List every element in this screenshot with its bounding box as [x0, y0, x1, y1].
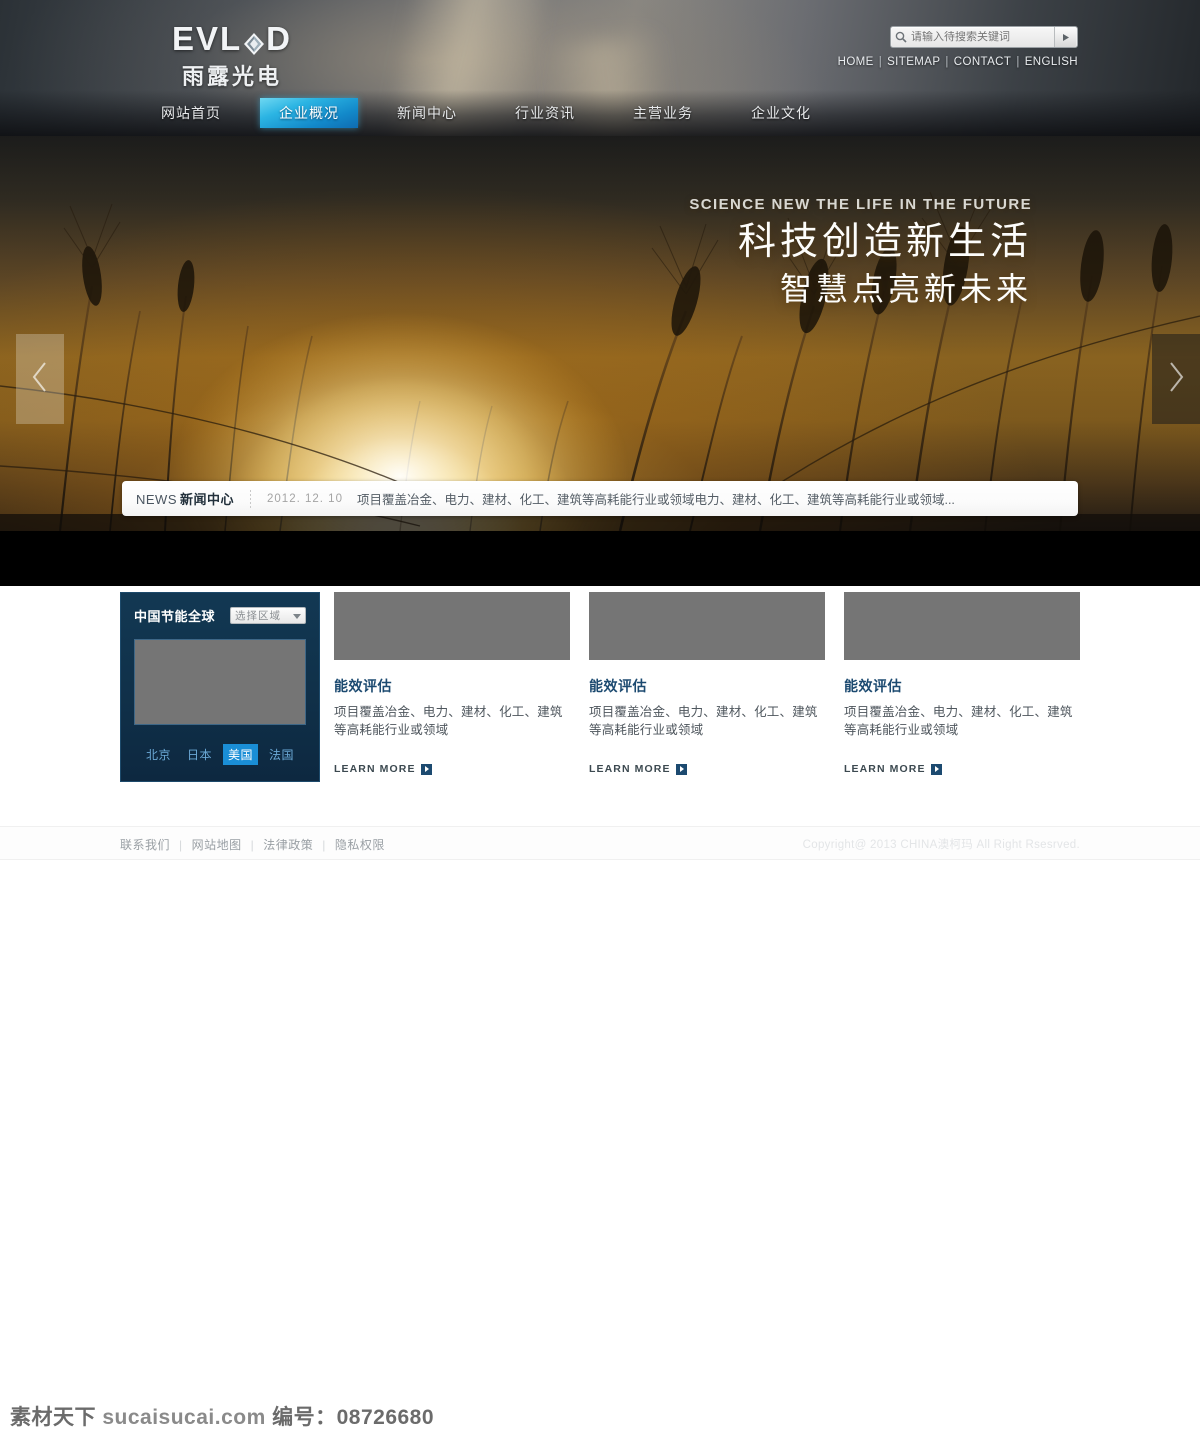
footer-row: 联系我们 | 网站地图 | 法律政策 | 隐私权限 Copyright@ 2013 CHIN… — [120, 827, 1080, 861]
region-tab-japan[interactable]: 日本 — [182, 744, 217, 765]
global-energy-panel: 中国节能全球 选择区域 北京 日本 美国 法国 — [120, 592, 320, 782]
watermark-site-url: sucaisucai.com — [102, 1406, 266, 1429]
news-ticker-bar[interactable]: NEWS 新闻中心 2012. 12. 10 项目覆盖冶金、电力、建材、化工、建筑… — [122, 481, 1078, 516]
region-tab-usa[interactable]: 美国 — [223, 744, 259, 765]
news-label: NEWS 新闻中心 — [136, 489, 234, 508]
card-image-placeholder — [334, 592, 570, 660]
footer-link-sitemap[interactable]: 网站地图 — [192, 838, 242, 852]
card-learn-more-link[interactable]: LEARN MORE — [334, 763, 570, 775]
card-learn-more-label: LEARN MORE — [334, 763, 416, 776]
footer-link-contact[interactable]: 联系我们 — [120, 838, 170, 852]
region-tab-france[interactable]: 法国 — [264, 744, 299, 765]
footer-copyright: Copyright@ 2013 CHINA澳柯玛 All Right Rsesr… — [802, 839, 1080, 851]
search-box[interactable] — [890, 26, 1078, 48]
toplink-separator: | — [1016, 56, 1020, 68]
panel-region-tabs: 北京 日本 美国 法国 — [134, 744, 306, 765]
chevron-right-icon — [1167, 360, 1185, 399]
feature-cards: 能效评估 项目覆盖冶金、电力、建材、化工、建筑等高耗能行业或领域 LEARN M… — [334, 592, 1080, 775]
hero-banner: SCIENCE NEW THE LIFE IN THE FUTURE 科技创造新… — [0, 136, 1200, 531]
card-learn-more-label: LEARN MORE — [844, 763, 926, 776]
news-label-cn: 新闻中心 — [180, 492, 235, 507]
nav-item-industry-news[interactable]: 行业资讯 — [496, 98, 594, 128]
card-image-placeholder — [589, 592, 825, 660]
chevron-left-icon — [31, 360, 49, 399]
panel-title: 中国节能全球 — [134, 609, 216, 624]
region-tab-beijing[interactable]: 北京 — [141, 744, 176, 765]
chevron-down-icon — [293, 610, 301, 622]
hero-bottom-strip — [0, 531, 1200, 586]
search-submit-button[interactable] — [1054, 27, 1076, 47]
hero-prev-button[interactable] — [16, 334, 64, 424]
nav-item-company-profile[interactable]: 企业概况 — [260, 98, 358, 128]
card-body: 项目覆盖冶金、电力、建材、化工、建筑等高耗能行业或领域 — [589, 705, 818, 738]
arrow-right-icon — [930, 763, 942, 775]
panel-image-placeholder — [134, 639, 306, 725]
content-row: 中国节能全球 选择区域 北京 日本 美国 法国 能效评估 项目覆盖冶金、电力、建… — [120, 592, 1080, 782]
feature-card: 能效评估 项目覆盖冶金、电力、建材、化工、建筑等高耗能行业或领域 LEARN M… — [844, 592, 1080, 775]
news-divider — [250, 489, 252, 508]
nav-item-corporate-culture[interactable]: 企业文化 — [732, 98, 830, 128]
nav-item-home[interactable]: 网站首页 — [142, 98, 240, 128]
card-title: 能效评估 — [334, 678, 392, 694]
card-image-placeholder — [844, 592, 1080, 660]
top-utility-links: HOME | SITEMAP | CONTACT | ENGLISH — [838, 56, 1078, 68]
diamond-icon — [243, 28, 265, 55]
news-headline[interactable]: 项目覆盖冶金、电力、建材、化工、建筑等高耗能行业或领域电力、建材、化工、建筑等高… — [357, 489, 955, 508]
card-title: 能效评估 — [589, 678, 647, 694]
news-date: 2012. 12. 10 — [267, 492, 343, 505]
toplink-english[interactable]: ENGLISH — [1025, 56, 1078, 68]
logo-word-right: D — [266, 20, 293, 57]
watermark-code: 08726680 — [336, 1406, 435, 1429]
nav-item-news-center[interactable]: 新闻中心 — [378, 98, 476, 128]
main-nav: 网站首页 企业概况 新闻中心 行业资讯 主营业务 企业文化 — [0, 98, 1200, 128]
watermark-site-cn: 素材天下 — [10, 1406, 96, 1429]
footer-separator: | — [250, 837, 255, 852]
site-header: EVL D 雨露光电 请输入待搜索关键词 HOME | SITEMAP | CO… — [0, 0, 1200, 136]
footer-link-privacy[interactable]: 隐私权限 — [335, 838, 385, 852]
footer-separator: | — [179, 837, 183, 852]
site-logo[interactable]: EVL D 雨露光电 — [142, 22, 322, 91]
logo-wordmark: EVL D — [142, 22, 322, 55]
stock-site-watermark: 素材天下 sucaisucai.com 编号：08726680 — [10, 1401, 434, 1431]
news-label-en: NEWS — [136, 492, 177, 507]
arrow-right-icon — [420, 763, 432, 775]
feature-card: 能效评估 项目覆盖冶金、电力、建材、化工、建筑等高耗能行业或领域 LEARN M… — [334, 592, 570, 775]
card-body: 项目覆盖冶金、电力、建材、化工、建筑等高耗能行业或领域 — [844, 705, 1073, 738]
card-learn-more-link[interactable]: LEARN MORE — [844, 763, 1080, 775]
region-select-value: 选择区域 — [235, 610, 281, 622]
card-title: 能效评估 — [844, 678, 902, 694]
nav-item-main-business[interactable]: 主营业务 — [614, 98, 712, 128]
logo-word-left: EVL — [171, 20, 243, 57]
watermark-code-label: 编号： — [272, 1406, 337, 1429]
card-body: 项目覆盖冶金、电力、建材、化工、建筑等高耗能行业或领域 — [334, 705, 563, 738]
hero-next-button[interactable] — [1152, 334, 1200, 424]
footer-separator: | — [322, 837, 326, 852]
footer-link-legal[interactable]: 法律政策 — [263, 838, 313, 852]
toplink-contact[interactable]: CONTACT — [954, 56, 1012, 68]
search-input[interactable] — [911, 31, 1054, 43]
card-learn-more-link[interactable]: LEARN MORE — [589, 763, 825, 775]
hero-headline-line1: 科技创造新生活 — [737, 221, 1032, 263]
hero-text-block: SCIENCE NEW THE LIFE IN THE FUTURE 科技创造新… — [689, 196, 1032, 310]
card-learn-more-label: LEARN MORE — [589, 763, 671, 776]
logo-chinese-name: 雨露光电 — [181, 64, 282, 89]
site-footer: 联系我们 | 网站地图 | 法律政策 | 隐私权限 Copyright@ 2013 CHIN… — [0, 826, 1200, 860]
footer-links: 联系我们 | 网站地图 | 法律政策 | 隐私权限 — [120, 836, 385, 853]
arrow-right-icon — [675, 763, 687, 775]
region-select[interactable]: 选择区域 — [230, 607, 306, 624]
toplink-home[interactable]: HOME — [838, 56, 874, 68]
toplink-separator: | — [945, 56, 949, 68]
search-icon — [891, 31, 911, 43]
toplink-sitemap[interactable]: SITEMAP — [887, 56, 940, 68]
panel-header: 中国节能全球 选择区域 — [134, 606, 306, 625]
hero-english-tagline: SCIENCE NEW THE LIFE IN THE FUTURE — [689, 196, 1032, 213]
feature-card: 能效评估 项目覆盖冶金、电力、建材、化工、建筑等高耗能行业或领域 LEARN M… — [589, 592, 825, 775]
toplink-separator: | — [878, 56, 883, 68]
main-content: 中国节能全球 选择区域 北京 日本 美国 法国 能效评估 项目覆盖冶金、电力、建… — [0, 586, 1200, 860]
hero-headline-line2: 智慧点亮新未来 — [779, 270, 1032, 307]
